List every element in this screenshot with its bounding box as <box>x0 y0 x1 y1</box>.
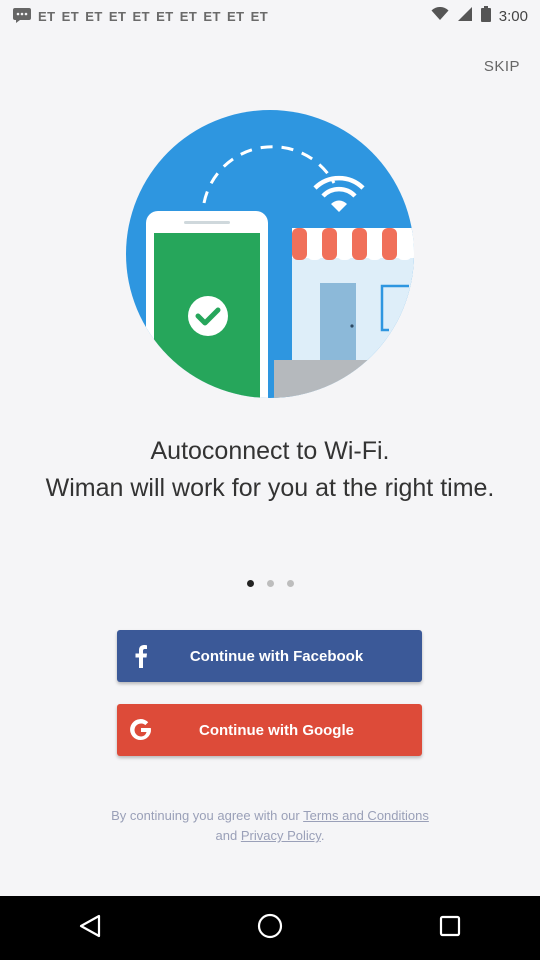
notification-icons: ET ET ET ET ET ET ET ET ET ET <box>12 7 268 26</box>
legal-prefix: By continuing you agree with our <box>111 808 304 823</box>
notification-et: ET <box>61 8 80 24</box>
back-icon <box>79 914 101 943</box>
facebook-button-label: Continue with Facebook <box>189 647 364 665</box>
legal-middle: and <box>215 828 241 843</box>
page-indicator <box>0 580 540 587</box>
notification-et: ET <box>203 8 221 24</box>
continue-with-google-button[interactable]: Continue with Google <box>117 704 422 756</box>
system-status: 3:00 <box>431 6 528 26</box>
skip-button[interactable]: SKIP <box>484 58 520 75</box>
google-g-icon <box>117 718 165 742</box>
legal-suffix: . <box>320 828 325 843</box>
hero-illustration <box>124 108 416 400</box>
continue-with-facebook-button[interactable]: Continue with Facebook <box>117 630 422 682</box>
back-button[interactable] <box>60 908 120 948</box>
notification-et: ET <box>132 8 151 24</box>
headline-line-2: Wiman will work for you at the right tim… <box>45 474 495 502</box>
home-button[interactable] <box>240 908 300 948</box>
notification-et: ET <box>108 8 127 24</box>
page-dot <box>286 580 294 587</box>
home-icon <box>257 913 283 944</box>
notification-et: ET <box>85 8 103 24</box>
notification-et: ET <box>227 8 245 24</box>
battery-icon <box>480 6 491 26</box>
recents-icon <box>439 915 461 942</box>
status-bar: ET ET ET ET ET ET ET ET ET ET 3:00 <box>0 0 540 32</box>
recents-button[interactable] <box>420 908 480 948</box>
notification-et: ET <box>179 8 198 24</box>
notification-et: ET <box>250 8 269 24</box>
notification-et: ET <box>38 8 56 24</box>
message-icon <box>12 7 32 26</box>
legal-disclaimer: By continuing you agree with our Terms a… <box>100 806 440 846</box>
headline-line-1: Autoconnect to Wi-Fi. <box>150 437 390 465</box>
privacy-policy-link[interactable]: Privacy Policy <box>241 828 321 843</box>
clock: 3:00 <box>498 7 528 25</box>
signal-icon <box>457 7 473 25</box>
onboarding-headline: Autoconnect to Wi-Fi. Wiman will work fo… <box>30 433 510 507</box>
google-button-label: Continue with Google <box>199 721 354 739</box>
system-navigation-bar <box>0 896 540 960</box>
page-dot <box>266 580 274 587</box>
wifi-icon <box>431 6 449 25</box>
page-dot-active <box>246 580 254 587</box>
terms-and-conditions-link[interactable]: Terms and Conditions <box>303 808 429 823</box>
notification-et: ET <box>156 8 174 24</box>
facebook-f-icon <box>117 644 165 668</box>
